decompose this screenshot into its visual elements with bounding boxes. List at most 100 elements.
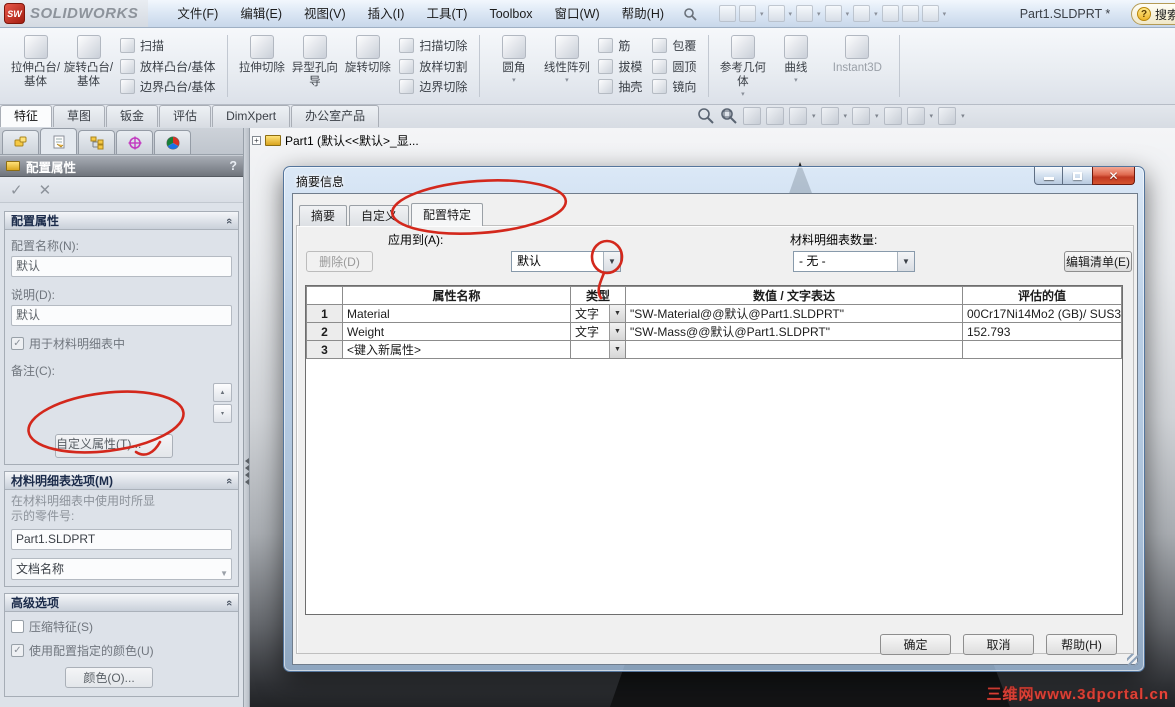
- menu-view[interactable]: 视图(V): [293, 0, 357, 28]
- collapse-chevron-icon[interactable]: «: [223, 477, 235, 483]
- extrude-boss-button[interactable]: 拉伸凸台/基体: [9, 31, 62, 101]
- maximize-button[interactable]: [1063, 167, 1092, 185]
- property-expression-cell[interactable]: "SW-Material@@默认@Part1.SLDPRT": [625, 304, 963, 323]
- use-config-color-checkbox[interactable]: ✓: [11, 644, 24, 657]
- display-style-icon[interactable]: [852, 107, 871, 125]
- tab-evaluate[interactable]: 评估: [159, 105, 212, 127]
- boundary-cut-button[interactable]: 边界切除: [396, 76, 470, 97]
- quick-search-icon[interactable]: [683, 7, 697, 21]
- tab-office-products[interactable]: 办公室产品: [291, 105, 380, 127]
- expand-plus-icon[interactable]: +: [252, 136, 261, 145]
- scene-icon[interactable]: [938, 107, 957, 125]
- property-type-cell[interactable]: ▼: [570, 340, 626, 359]
- instant3d-button[interactable]: Instant3D: [822, 31, 892, 101]
- type-dropdown-icon[interactable]: ▼: [609, 341, 625, 358]
- curves-button[interactable]: 曲线 ▾: [769, 31, 822, 101]
- file-properties-icon[interactable]: [901, 5, 919, 22]
- appearances-icon[interactable]: [906, 107, 925, 125]
- tab-sheet-metal[interactable]: 钣金: [106, 105, 159, 127]
- minimize-button[interactable]: [1034, 167, 1063, 185]
- tab-dimxpert[interactable]: DimXpert: [212, 105, 291, 127]
- pattern-dropdown-icon[interactable]: ▾: [565, 77, 569, 85]
- description-field[interactable]: 默认: [11, 305, 232, 326]
- options-dropdown-icon[interactable]: ▾: [943, 10, 947, 18]
- undo-icon[interactable]: [824, 5, 842, 22]
- select-dropdown-icon[interactable]: ▾: [874, 10, 878, 18]
- revolve-boss-button[interactable]: 旋转凸台/基体: [62, 31, 115, 101]
- view-orientation-icon[interactable]: [820, 107, 839, 125]
- bom-quantity-combo-arrow-icon[interactable]: ▼: [897, 252, 914, 271]
- save-icon[interactable]: [767, 5, 785, 22]
- options-icon[interactable]: [921, 5, 939, 22]
- cancel-icon[interactable]: ✕: [39, 181, 52, 199]
- menu-toolbox[interactable]: Toolbox: [478, 0, 543, 28]
- splitter-handle-icon[interactable]: [244, 458, 249, 485]
- boundary-boss-button[interactable]: 边界凸台/基体: [117, 76, 218, 97]
- display-style-dropdown-icon[interactable]: ▾: [875, 112, 879, 120]
- tab-custom[interactable]: 自定义: [349, 205, 410, 226]
- tab-features[interactable]: 特征: [0, 105, 53, 127]
- doc-name-dropdown[interactable]: 文档名称 ▼: [11, 558, 232, 580]
- property-manager-tab[interactable]: [40, 128, 77, 154]
- curves-dropdown-icon[interactable]: ▾: [794, 77, 798, 85]
- select-icon[interactable]: [853, 5, 871, 22]
- feature-manager-tab[interactable]: [2, 130, 39, 154]
- save-dropdown-icon[interactable]: ▾: [789, 10, 793, 18]
- draft-button[interactable]: 拔模: [595, 56, 645, 77]
- suppress-features-checkbox[interactable]: [11, 620, 24, 633]
- dimxpert-manager-tab[interactable]: [116, 130, 153, 154]
- rebuild-icon[interactable]: [881, 5, 899, 22]
- scroll-up-icon[interactable]: ▲: [213, 383, 232, 402]
- tab-summary[interactable]: 摘要: [299, 205, 348, 226]
- reference-geometry-button[interactable]: 参考几何体 ▾: [716, 31, 769, 101]
- menu-tools[interactable]: 工具(T): [415, 0, 478, 28]
- section-view-icon[interactable]: [789, 107, 807, 125]
- ok-button[interactable]: 确定: [880, 634, 951, 655]
- close-button[interactable]: ✕: [1092, 167, 1135, 185]
- extrude-cut-button[interactable]: 拉伸切除: [235, 31, 288, 101]
- property-type-cell[interactable]: 文字 ▼: [570, 304, 626, 323]
- comment-textarea[interactable]: [11, 383, 213, 427]
- property-name-cell[interactable]: Material: [342, 304, 571, 323]
- menu-file[interactable]: 文件(F): [166, 0, 229, 28]
- print-dropdown-icon[interactable]: ▾: [817, 10, 821, 18]
- delete-button[interactable]: 删除(D): [306, 251, 373, 272]
- loft-button[interactable]: 放样凸台/基体: [117, 56, 218, 77]
- open-icon[interactable]: [739, 5, 757, 22]
- fillet-dropdown-icon[interactable]: ▾: [512, 77, 516, 85]
- print-icon[interactable]: [796, 5, 814, 22]
- panel-help-icon[interactable]: ?: [229, 159, 237, 173]
- edit-list-button[interactable]: 编辑清单(E): [1064, 251, 1132, 272]
- collapse-chevron-icon[interactable]: «: [223, 217, 235, 223]
- cancel-button[interactable]: 取消: [963, 634, 1034, 655]
- collapse-chevron-icon[interactable]: «: [223, 599, 235, 605]
- menu-edit[interactable]: 编辑(E): [229, 0, 293, 28]
- bom-checkbox[interactable]: ✓: [11, 337, 24, 350]
- appearances-dropdown-icon[interactable]: ▾: [930, 112, 934, 120]
- loft-cut-button[interactable]: 放样切割: [396, 56, 470, 77]
- property-name-cell[interactable]: <键入新属性>: [342, 340, 571, 359]
- previous-view-icon[interactable]: [743, 107, 761, 125]
- feature-tree-root[interactable]: + Part1 (默认<<默认>_显...: [252, 132, 419, 149]
- hole-wizard-button[interactable]: 异型孔向导: [288, 31, 341, 101]
- sweep-cut-button[interactable]: 扫描切除: [396, 35, 470, 56]
- revolve-cut-button[interactable]: 旋转切除: [341, 31, 394, 101]
- reference-dropdown-icon[interactable]: ▾: [741, 91, 745, 99]
- configuration-combo-arrow-icon[interactable]: ▼: [603, 252, 620, 271]
- shell-button[interactable]: 抽壳: [595, 76, 645, 97]
- tab-sketch[interactable]: 草图: [53, 105, 106, 127]
- configuration-manager-tab[interactable]: [78, 130, 115, 154]
- section-dropdown-icon[interactable]: ▾: [812, 112, 816, 120]
- scroll-down-icon[interactable]: ▾: [213, 404, 232, 423]
- zoom-fit-icon[interactable]: [697, 107, 715, 125]
- tab-configuration-specific[interactable]: 配置特定: [411, 203, 484, 226]
- sweep-button[interactable]: 扫描: [117, 35, 218, 56]
- menu-insert[interactable]: 插入(I): [357, 0, 416, 28]
- property-expression-cell[interactable]: [625, 340, 963, 359]
- property-expression-cell[interactable]: "SW-Mass@@默认@Part1.SLDPRT": [625, 322, 963, 341]
- open-dropdown-icon[interactable]: ▾: [760, 10, 764, 18]
- config-name-field[interactable]: 默认: [11, 256, 232, 277]
- property-type-cell[interactable]: 文字 ▼: [570, 322, 626, 341]
- bom-quantity-combo[interactable]: - 无 - ▼: [793, 251, 915, 272]
- scene-dropdown-icon[interactable]: ▾: [961, 112, 965, 120]
